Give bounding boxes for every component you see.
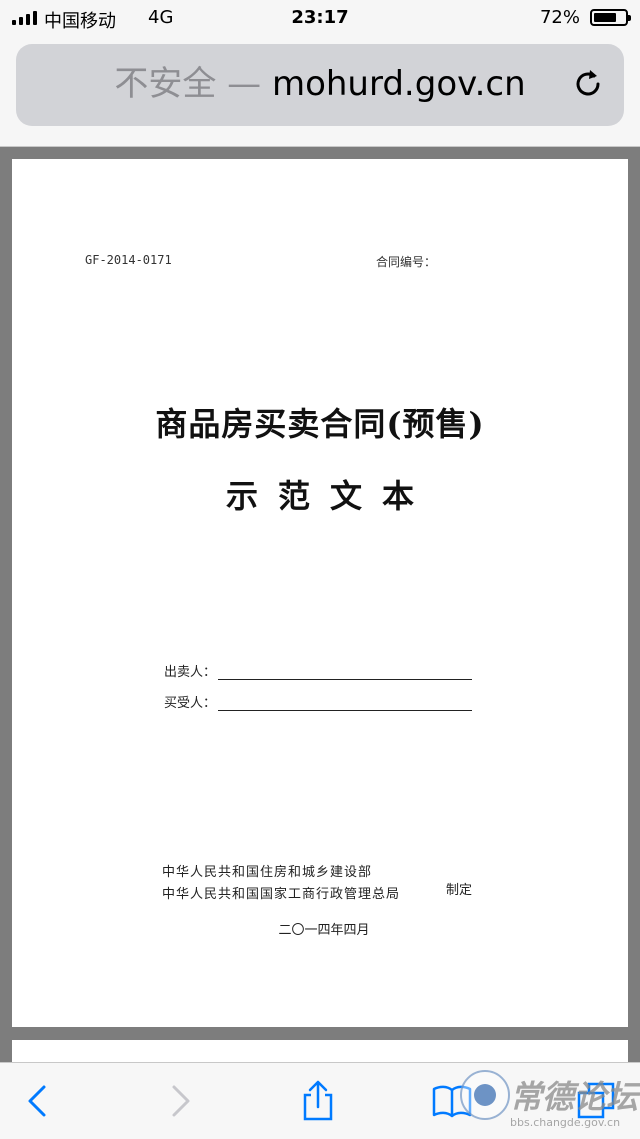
document-code: GF-2014-0171: [85, 253, 172, 267]
url-display[interactable]: 不安全 — mohurd.gov.cn: [16, 64, 624, 104]
back-icon[interactable]: [16, 1079, 60, 1123]
security-warning: 不安全: [114, 64, 217, 104]
share-icon[interactable]: [296, 1079, 340, 1123]
watermark-url: bbs.changde.gov.cn: [510, 1116, 621, 1129]
status-bar: 中国移动 4G 23:17 72%: [0, 0, 640, 36]
seller-field: 出卖人：: [164, 661, 473, 680]
buyer-label: 买受人：: [164, 696, 217, 711]
document-viewer[interactable]: GF-2014-0171 合同编号： 商品房买卖合同(预售) 示范文本 出卖人：…: [0, 147, 640, 1080]
watermark-title: 常德论坛: [510, 1078, 639, 1116]
document-page: GF-2014-0171 合同编号： 商品房买卖合同(预售) 示范文本 出卖人：…: [12, 159, 628, 1027]
battery-fill: [594, 13, 616, 22]
reload-icon[interactable]: [570, 66, 606, 102]
url-separator: —: [216, 64, 272, 104]
forum-logo-icon: [460, 1070, 510, 1120]
contract-number-label: 合同编号：: [376, 255, 437, 269]
issuing-authorities: 中华人民共和国住房和城乡建设部 中华人民共和国国家工商行政管理总局: [162, 862, 400, 906]
battery-icon: [590, 9, 631, 26]
issuer-industry-commerce-admin: 中华人民共和国国家工商行政管理总局: [162, 887, 401, 902]
battery-percent: 72%: [539, 7, 580, 28]
buyer-blank-line: [218, 696, 473, 711]
document-date: 二〇一四年四月: [278, 923, 370, 938]
seller-blank-line: [218, 665, 473, 680]
issuer-housing-ministry: 中华人民共和国住房和城乡建设部: [162, 865, 373, 880]
address-bar[interactable]: 不安全 — mohurd.gov.cn: [16, 44, 624, 126]
forward-icon[interactable]: [158, 1079, 202, 1123]
document-title: 商品房买卖合同(预售): [155, 405, 485, 443]
buyer-field: 买受人：: [164, 692, 473, 711]
url-domain: mohurd.gov.cn: [271, 64, 526, 104]
seller-label: 出卖人：: [164, 665, 217, 680]
document-subtitle: 示范文本: [225, 477, 434, 515]
forum-watermark: 常德论坛 bbs.changde.gov.cn: [458, 1064, 640, 1138]
issued-label: 制定: [446, 883, 473, 898]
browser-top-chrome: 中国移动 4G 23:17 72% 不安全 — mohurd.gov.cn: [0, 0, 640, 147]
